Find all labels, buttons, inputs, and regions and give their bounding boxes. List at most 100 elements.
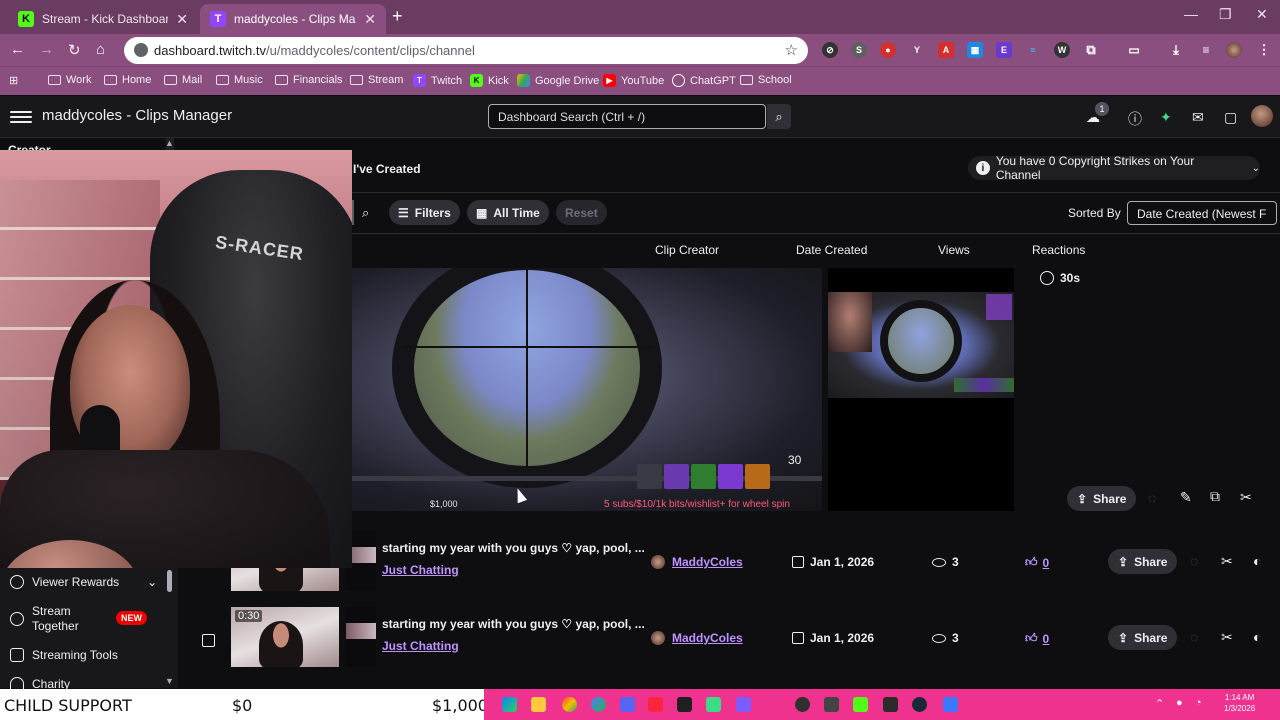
extension-icon[interactable]: W <box>1054 42 1070 58</box>
column-header-reactions[interactable]: Reactions <box>1032 243 1085 257</box>
sidebar-scroll-thumb[interactable] <box>167 570 172 592</box>
clip-title[interactable]: starting my year with you guys ♡ yap, po… <box>382 541 645 555</box>
sidebar-item-stream-together[interactable]: Stream Together <box>10 604 110 634</box>
share-button[interactable]: ⇪ Share <box>1067 486 1137 511</box>
bookmark-financials[interactable]: Financials <box>275 74 343 86</box>
clip-creator-link[interactable]: MaddyColes <box>651 555 743 569</box>
sort-select[interactable]: Date Created (Newest F <box>1127 201 1277 225</box>
extensions-puzzle-icon[interactable]: ⧉ <box>1083 42 1099 58</box>
app-icon[interactable] <box>706 697 721 712</box>
home-icon[interactable]: ⌂ <box>96 41 105 58</box>
scroll-down-icon[interactable]: ▼ <box>165 676 174 686</box>
discord-icon[interactable] <box>620 697 635 712</box>
clip-category-link[interactable]: Just Chatting <box>382 563 459 577</box>
reload-icon[interactable]: ↻ <box>68 41 81 59</box>
extension-icon[interactable]: ≈ <box>1025 42 1041 58</box>
clip-creator-link[interactable]: MaddyColes <box>651 631 743 645</box>
kick-icon[interactable] <box>853 697 868 712</box>
steam-icon[interactable] <box>912 697 927 712</box>
app-icon[interactable] <box>824 697 839 712</box>
more-icon[interactable]: ◐ <box>1253 553 1261 569</box>
scissors-icon[interactable]: ✂ <box>1240 489 1252 506</box>
filters-button[interactable]: ☰ Filters <box>389 200 460 225</box>
microphone-icon[interactable]: ● <box>1176 697 1183 709</box>
app-icon[interactable] <box>736 697 751 712</box>
bookmark-stream[interactable]: Stream <box>350 74 403 86</box>
clip-reactions[interactable]: 👍︎ 0 <box>1025 631 1049 646</box>
minimize-icon[interactable]: — <box>1184 6 1198 22</box>
extension-icon[interactable]: ⊘ <box>822 42 838 58</box>
media-icon[interactable]: ≡ <box>1198 42 1214 58</box>
tab-clips-manager[interactable]: T maddycoles - Clips Manager - T ✕ <box>200 4 386 34</box>
reset-button[interactable]: Reset <box>556 200 607 225</box>
inbox-icon[interactable]: ✉ <box>1192 109 1204 126</box>
share-button[interactable]: ⇪ Share <box>1108 625 1178 650</box>
bookmark-music[interactable]: Music <box>216 74 263 86</box>
sidebar-item-viewer-rewards[interactable]: Viewer Rewards ⌄ <box>10 575 157 589</box>
bookmark-work[interactable]: Work <box>48 74 91 86</box>
time-range-button[interactable]: ▦ All Time <box>467 200 549 225</box>
site-settings-icon[interactable] <box>134 43 148 57</box>
extension-icon[interactable]: Y <box>909 42 925 58</box>
bookmark-home[interactable]: Home <box>104 74 151 86</box>
extension-icon[interactable]: A <box>938 42 954 58</box>
whispers-icon[interactable]: ▢ <box>1224 109 1237 126</box>
search-icon[interactable]: ⌕ <box>362 205 369 221</box>
download-icon[interactable]: ⤓ <box>1168 42 1184 58</box>
dashboard-search-input[interactable]: Dashboard Search (Ctrl + /) <box>488 104 766 129</box>
profile-avatar[interactable] <box>1226 42 1242 58</box>
hamburger-menu-icon[interactable] <box>10 108 32 126</box>
window-close-icon[interactable]: ✕ <box>1256 6 1268 23</box>
wifi-icon[interactable]: ◔ <box>1195 697 1202 709</box>
creator-tools-icon[interactable]: ✦ <box>1160 109 1172 126</box>
url-bar[interactable]: dashboard.twitch.tv/u/maddycoles/content… <box>124 37 808 64</box>
epic-games-icon[interactable] <box>883 697 898 712</box>
forward-icon[interactable]: → <box>39 41 54 58</box>
help-icon[interactable]: ⓘ <box>1128 109 1142 129</box>
edit-pencil-icon[interactable]: ✎ <box>1180 489 1192 506</box>
obs-icon[interactable] <box>795 697 810 712</box>
file-explorer-icon[interactable] <box>531 697 546 712</box>
tab-kick-dashboard[interactable]: K Stream - Kick Dashboard ✕ <box>8 4 198 34</box>
new-tab-icon[interactable]: + <box>392 6 403 27</box>
edge-icon[interactable] <box>502 697 517 712</box>
apps-grid-icon[interactable]: ⊞ <box>9 74 18 87</box>
clip-reactions[interactable]: 👍︎ 0 <box>1025 555 1049 570</box>
scroll-up-icon[interactable]: ▲ <box>165 138 174 148</box>
open-external-icon[interactable]: ⧉ <box>1210 488 1220 505</box>
row-checkbox[interactable] <box>202 634 215 647</box>
close-icon[interactable]: ✕ <box>364 11 376 28</box>
bookmark-twitch[interactable]: T Twitch <box>413 74 462 87</box>
extension-icon[interactable]: S <box>851 42 867 58</box>
sidebar-item-streaming-tools[interactable]: Streaming Tools <box>10 648 118 662</box>
bookmark-kick[interactable]: K Kick <box>470 74 509 87</box>
column-header-clip-creator[interactable]: Clip Creator <box>655 243 719 257</box>
bookmark-google-drive[interactable]: Google Drive <box>517 74 599 87</box>
close-icon[interactable]: ✕ <box>176 11 188 28</box>
extension-icon[interactable]: ▦ <box>967 42 983 58</box>
user-avatar[interactable] <box>1251 105 1273 127</box>
clip-thumbnail[interactable]: 0:30 <box>231 607 339 667</box>
tray-chevron-icon[interactable]: ⌃ <box>1155 697 1164 710</box>
chrome-icon[interactable] <box>562 697 577 712</box>
column-header-date-created[interactable]: Date Created <box>796 243 867 257</box>
clip-title[interactable]: starting my year with you guys ♡ yap, po… <box>382 617 645 631</box>
scissors-icon[interactable]: ✂ <box>1221 629 1233 646</box>
clip-search-input[interactable] <box>352 200 354 225</box>
clip-video-player[interactable]: 30 $1,000 5 subs/$10/1k bits/wishlist+ f… <box>352 268 822 511</box>
bookmark-chatgpt[interactable]: ChatGPT <box>672 74 736 87</box>
share-button[interactable]: ⇪ Share <box>1108 549 1178 574</box>
extension-icon[interactable]: ● <box>880 42 896 58</box>
scissors-icon[interactable]: ✂ <box>1221 553 1233 570</box>
chrome-icon[interactable] <box>591 697 606 712</box>
restore-icon[interactable]: ❐ <box>1219 6 1232 23</box>
music-icon[interactable] <box>648 697 663 712</box>
sidebar-panel-icon[interactable]: ▭ <box>1126 42 1142 58</box>
app-icon[interactable] <box>943 697 958 712</box>
more-icon[interactable]: ◐ <box>1253 629 1261 645</box>
column-header-views[interactable]: Views <box>938 243 970 257</box>
back-icon[interactable]: ← <box>10 41 25 58</box>
copyright-strikes-dropdown[interactable]: i You have 0 Copyright Strikes on Your C… <box>968 154 1260 182</box>
clip-category-link[interactable]: Just Chatting <box>382 639 459 653</box>
search-button[interactable]: ⌕ <box>767 104 791 129</box>
